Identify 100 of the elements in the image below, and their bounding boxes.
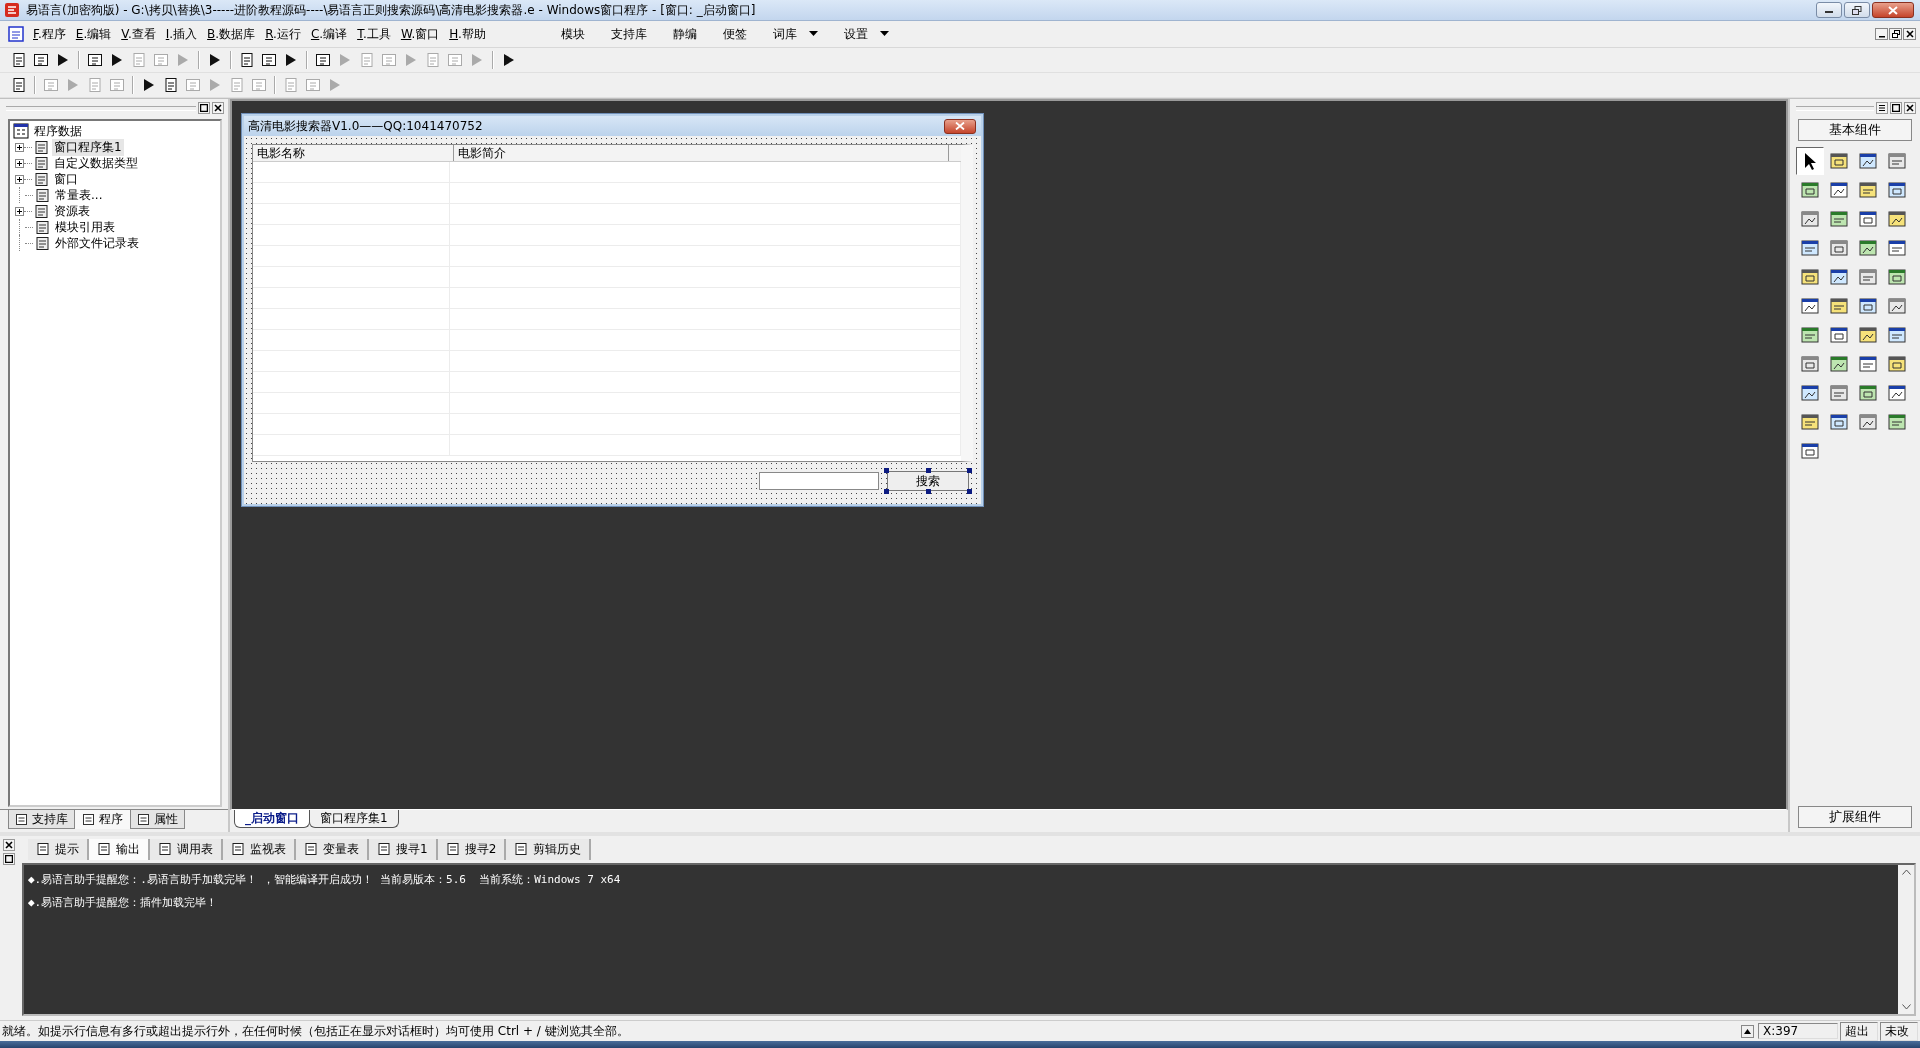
search-button[interactable]: 搜索 — [887, 471, 969, 491]
tree-item[interactable]: 窗口 — [52, 170, 80, 188]
document-icon — [87, 77, 103, 93]
restore-button[interactable] — [1844, 2, 1870, 18]
component-icon — [1800, 441, 1820, 461]
close-icon — [214, 104, 222, 112]
menu-item[interactable]: F.程序 — [28, 23, 71, 45]
component-icon — [1829, 209, 1849, 229]
close-button[interactable] — [1903, 28, 1916, 40]
expand-icon[interactable] — [15, 174, 24, 184]
menu-item[interactable]: E.编辑 — [70, 23, 117, 45]
editor-tab[interactable]: _启动窗口 — [234, 810, 310, 828]
tree-item[interactable]: 模块引用表 — [53, 218, 117, 236]
tree-item[interactable]: 窗口程序集1 — [52, 138, 124, 156]
column-header[interactable]: 电影名称 — [253, 145, 454, 161]
component-icon — [1887, 354, 1907, 374]
panel-tab[interactable]: 属性 — [130, 810, 185, 829]
output-tab[interactable]: 搜寻1 — [369, 838, 438, 860]
expand-icon[interactable] — [15, 206, 24, 216]
resize-handle[interactable] — [926, 489, 931, 494]
tree-item[interactable]: 常量表... — [53, 186, 105, 204]
document-icon — [158, 842, 172, 856]
resize-handle[interactable] — [967, 468, 972, 473]
close-button[interactable] — [944, 118, 976, 134]
arrow-down-icon[interactable] — [1901, 1004, 1911, 1010]
resize-handle[interactable] — [967, 489, 972, 494]
menu-item[interactable]: 设置 — [833, 23, 899, 45]
list-view[interactable]: 电影名称 电影简介 — [252, 144, 973, 462]
menu-item[interactable]: 便签 — [712, 23, 757, 45]
close-button[interactable] — [212, 102, 224, 114]
tree-item[interactable]: 外部文件记录表 — [53, 234, 141, 252]
close-button[interactable] — [1904, 102, 1916, 114]
output-tab[interactable]: 搜寻2 — [437, 838, 507, 860]
window-icon — [109, 77, 125, 93]
output-tab[interactable]: 调用表 — [150, 838, 223, 860]
expand-icon[interactable] — [15, 158, 24, 168]
resize-handle[interactable] — [884, 468, 889, 473]
palette-footer-button[interactable]: 扩展组件 — [1798, 806, 1912, 828]
menu-item[interactable]: 支持库 — [600, 23, 657, 45]
component-icon — [1887, 238, 1907, 258]
window-title: 易语言(加密狗版) - G:\拷贝\替换\3-----进阶教程源码----\易语言正则搜索源码\高清电影搜索器.e - Windows窗口程序 - [窗口: _启动窗口] — [26, 1, 757, 19]
window-icon — [261, 52, 277, 68]
close-icon — [1906, 104, 1914, 112]
document-icon — [34, 155, 49, 171]
output-tab[interactable]: 剪辑历史 — [506, 838, 592, 860]
menu-item[interactable]: I.插入 — [160, 23, 203, 45]
maximize-button[interactable] — [1890, 102, 1902, 114]
menu-item[interactable]: T.工具 — [352, 23, 396, 45]
output-tab[interactable]: 监视表 — [223, 838, 296, 860]
menu-item[interactable]: H.帮助 — [444, 23, 491, 45]
menu-item[interactable]: 模块 — [550, 23, 595, 45]
palette-header-button[interactable]: 基本组件 — [1798, 119, 1912, 141]
output-tab[interactable]: 变量表 — [296, 838, 369, 860]
resize-handle[interactable] — [926, 468, 931, 473]
menu-item[interactable]: 静编 — [662, 23, 707, 45]
minimize-button[interactable] — [1875, 28, 1888, 40]
menu-item[interactable]: B.数据库 — [202, 23, 261, 45]
maximize-icon — [1892, 104, 1900, 112]
close-button[interactable] — [1872, 2, 1914, 18]
output-tab[interactable]: 输出 — [89, 838, 150, 860]
form-title: 高清电影搜索器V1.0——QQ:1041470752 — [248, 117, 484, 135]
maximize-button[interactable] — [3, 853, 15, 865]
arrow-up-icon[interactable] — [1741, 1024, 1754, 1038]
document-icon — [377, 842, 391, 856]
component-icon — [1800, 209, 1820, 229]
document-icon — [36, 842, 50, 856]
tree-item[interactable]: 自定义数据类型 — [52, 154, 140, 172]
minimize-button[interactable] — [1816, 2, 1842, 18]
search-field[interactable] — [759, 472, 879, 490]
restore-button[interactable] — [1889, 28, 1902, 40]
component-icon — [1858, 151, 1878, 171]
menu-item[interactable]: C.编译 — [305, 23, 353, 45]
window-icon — [251, 77, 267, 93]
maximize-button[interactable] — [198, 102, 210, 114]
resize-handle[interactable] — [884, 489, 889, 494]
expand-icon[interactable] — [15, 142, 24, 152]
tree-item[interactable]: 资源表 — [52, 202, 92, 220]
component-button[interactable] — [1796, 147, 1824, 175]
panel-tab[interactable]: 支持库 — [8, 810, 75, 829]
window-icon — [43, 77, 59, 93]
window-icon — [33, 52, 49, 68]
scrollbar[interactable] — [1898, 865, 1914, 1014]
menu-item[interactable]: R.运行 — [260, 23, 306, 45]
panel-tab[interactable]: 程序 — [75, 810, 130, 829]
menu-button[interactable] — [1876, 102, 1888, 114]
close-button[interactable] — [3, 839, 15, 851]
component-icon — [1800, 238, 1820, 258]
component-icon — [1858, 412, 1878, 432]
document-icon — [445, 842, 460, 856]
menu-item[interactable]: W.窗口 — [395, 23, 445, 45]
document-icon — [11, 77, 27, 93]
output-tab[interactable]: 提示 — [28, 838, 89, 860]
menu-item[interactable]: 词库 — [762, 23, 828, 45]
tree-item[interactable]: 程序数据 — [32, 122, 84, 140]
component-icon — [1887, 151, 1907, 171]
window-icon — [153, 52, 169, 68]
column-header[interactable]: 电影简介 — [454, 145, 949, 161]
editor-tab[interactable]: 窗口程序集1 — [309, 810, 399, 828]
menu-item[interactable]: V.查看 — [116, 23, 161, 45]
maximize-icon — [5, 855, 13, 863]
